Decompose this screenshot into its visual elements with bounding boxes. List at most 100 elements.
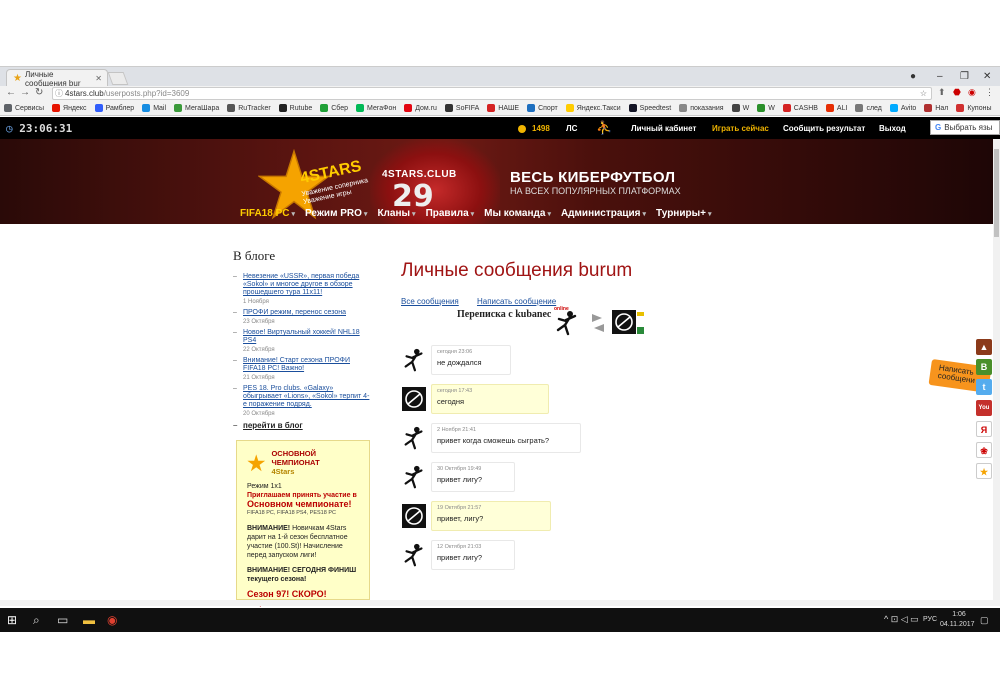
bookmark-item[interactable]: Speedtest [628, 104, 671, 112]
adblock-icon[interactable]: ⬣ [953, 87, 961, 98]
tab-close-icon[interactable]: ✕ [95, 74, 102, 83]
star-widget-icon[interactable]: ★ [976, 463, 992, 479]
info-icon[interactable]: ⓘ [55, 88, 63, 99]
bookmark-favicon-icon [628, 104, 637, 112]
all-messages-link[interactable]: Все сообщения [401, 297, 459, 306]
bookmark-item[interactable]: ALI [825, 104, 847, 112]
maximize-icon[interactable]: ❐ [960, 71, 969, 82]
blog-post-link[interactable]: Невезение «USSR», первая победа «Sokol» … [243, 273, 359, 296]
tray-icons[interactable]: ^ ⊡ ◁ ▭ [884, 614, 919, 625]
bookmark-item[interactable]: W [757, 104, 775, 112]
report-result-link[interactable]: Сообщить результат [783, 124, 865, 133]
taskbar-time[interactable]: 1:06 [947, 611, 971, 618]
ls-link[interactable]: ЛС [566, 124, 577, 133]
blog-post-link[interactable]: Внимание! Старт сезона ПРОФИ FIFA18 PC! … [243, 357, 350, 372]
reload-icon[interactable]: ↻ [35, 87, 43, 98]
cabinet-link[interactable]: Личный кабинет [631, 124, 696, 133]
menu-dots-icon[interactable]: ⋮ [985, 87, 994, 98]
bookmark-item[interactable]: SoFIFA [444, 104, 479, 112]
task-view-icon[interactable]: ▭ [57, 613, 68, 627]
forward-icon[interactable]: → [20, 87, 30, 98]
play-now-link[interactable]: Играть сейчас [712, 124, 769, 133]
blog-post-link[interactable]: Новое! Виртуальный хоккей! NHL18 PS4 [243, 329, 360, 344]
close-window-icon[interactable]: ✕ [983, 71, 991, 82]
notifications-icon[interactable]: ▢ [980, 615, 989, 626]
scrollbar-thumb[interactable] [994, 149, 999, 237]
yandex-icon[interactable]: Я [976, 421, 992, 437]
nav-item[interactable]: Мы команда ▾ [484, 208, 551, 219]
browser-tab[interactable]: ★ Личные сообщения bur ✕ [6, 69, 108, 88]
file-explorer-icon[interactable]: ▬ [83, 613, 95, 627]
coins-balance[interactable]: 1498 [518, 124, 550, 133]
bookmark-item[interactable]: НАШЕ [487, 104, 519, 112]
championship-invite-big[interactable]: Основном чемпионате! [247, 500, 359, 509]
nav-item[interactable]: FIFA18 PC ▾ [240, 208, 295, 219]
taskbar-date[interactable]: 04.11.2017 [940, 621, 975, 628]
nav-item[interactable]: Правила ▾ [426, 208, 475, 219]
write-message-link[interactable]: Написать сообщение [477, 297, 556, 306]
youtube-icon[interactable]: You [976, 400, 992, 416]
horizontal-scrollbar[interactable] [0, 600, 993, 606]
bookmark-item[interactable]: Rutube [278, 104, 312, 112]
twitter-icon[interactable]: t [976, 379, 992, 395]
back-icon[interactable]: ← [6, 87, 16, 98]
logout-link[interactable]: Выход [879, 124, 906, 133]
extension-puzzle-icon[interactable]: ⬆ [938, 87, 946, 98]
social-hat-icon[interactable]: ▲ [976, 339, 992, 355]
bookmark-item[interactable]: Дом.ru [404, 104, 437, 112]
bookmark-item[interactable]: МегаФон [356, 104, 396, 112]
bookmark-item[interactable]: Рамблер [94, 104, 134, 112]
my-avatar-icon[interactable] [401, 347, 427, 373]
url-input[interactable]: ⓘ 4stars.club/userposts.php?id=3609 ☆ [52, 87, 932, 100]
jumpman-avatar-icon[interactable]: ⛹ [596, 120, 612, 136]
new-tab-button[interactable] [107, 72, 129, 85]
bookmark-favicon-icon [174, 104, 183, 112]
search-icon[interactable]: ⌕ [33, 613, 40, 628]
bookmark-item[interactable]: МегаШара [174, 104, 219, 112]
partner-avatar-icon[interactable] [611, 309, 645, 337]
blog-post-link[interactable]: ПРОФИ режим, перенос сезона [243, 309, 346, 316]
bookmark-item[interactable]: Mail [142, 104, 166, 112]
bookmark-star-icon[interactable]: ☆ [920, 88, 927, 99]
minimize-icon[interactable]: – [937, 71, 943, 82]
nav-item[interactable]: Режим PRO ▾ [305, 208, 367, 219]
chrome-taskbar-icon[interactable]: ◉ [107, 613, 117, 627]
bookmark-item[interactable]: RuTracker [227, 104, 271, 112]
my-avatar-icon[interactable] [401, 425, 427, 451]
nav-item[interactable]: Кланы ▾ [377, 208, 415, 219]
bookmark-favicon-icon [825, 104, 834, 112]
partner-avatar-icon[interactable] [401, 503, 427, 529]
bookmark-item[interactable]: Нал [924, 104, 948, 112]
bookmark-item[interactable]: Спорт [527, 104, 558, 112]
go-to-blog-link[interactable]: – перейти в блог [233, 421, 373, 430]
bookmark-label: МегаШара [185, 104, 220, 112]
partner-avatar-icon[interactable] [401, 386, 427, 412]
messages-links: Все сообщения Написать сообщение [401, 297, 572, 306]
my-avatar-icon[interactable] [401, 542, 427, 568]
bookmark-item[interactable]: CASHB [782, 104, 818, 112]
dash: – [233, 309, 237, 316]
bookmark-item[interactable]: след [855, 104, 882, 112]
ribbon-icon[interactable]: ❀ [976, 442, 992, 458]
language-indicator[interactable]: РУС [923, 616, 937, 623]
blog-post-link[interactable]: PES 18. Pro clubs. «Galaxy» обыгрывает «… [243, 385, 369, 408]
windows-start-icon[interactable]: ⊞ [7, 613, 17, 627]
bookmark-item[interactable]: Яндекс.Такси [565, 104, 621, 112]
language-select[interactable]: G Выбрать язы [930, 120, 1000, 135]
bookmark-item[interactable]: Сервисы [4, 104, 44, 112]
bookmark-item[interactable]: Купоны [956, 104, 992, 112]
vertical-scrollbar[interactable] [993, 139, 1000, 606]
my-avatar-icon[interactable] [553, 310, 581, 336]
bookmark-item[interactable]: Яндекс [52, 104, 87, 112]
message-time: 30 Октября 19:49 [437, 466, 482, 472]
bookmark-item[interactable]: показания [679, 104, 724, 112]
social-b-icon[interactable]: B [976, 359, 992, 375]
bookmark-item[interactable]: Сбер [320, 104, 348, 112]
bookmark-item[interactable]: W [731, 104, 749, 112]
profile-icon[interactable]: ● [910, 71, 916, 82]
opera-icon[interactable]: ◉ [968, 87, 976, 98]
nav-item[interactable]: Администрация ▾ [561, 208, 646, 219]
my-avatar-icon[interactable] [401, 464, 427, 490]
bookmark-item[interactable]: Avito [889, 104, 916, 112]
nav-item[interactable]: Турниры+ ▾ [656, 208, 711, 219]
